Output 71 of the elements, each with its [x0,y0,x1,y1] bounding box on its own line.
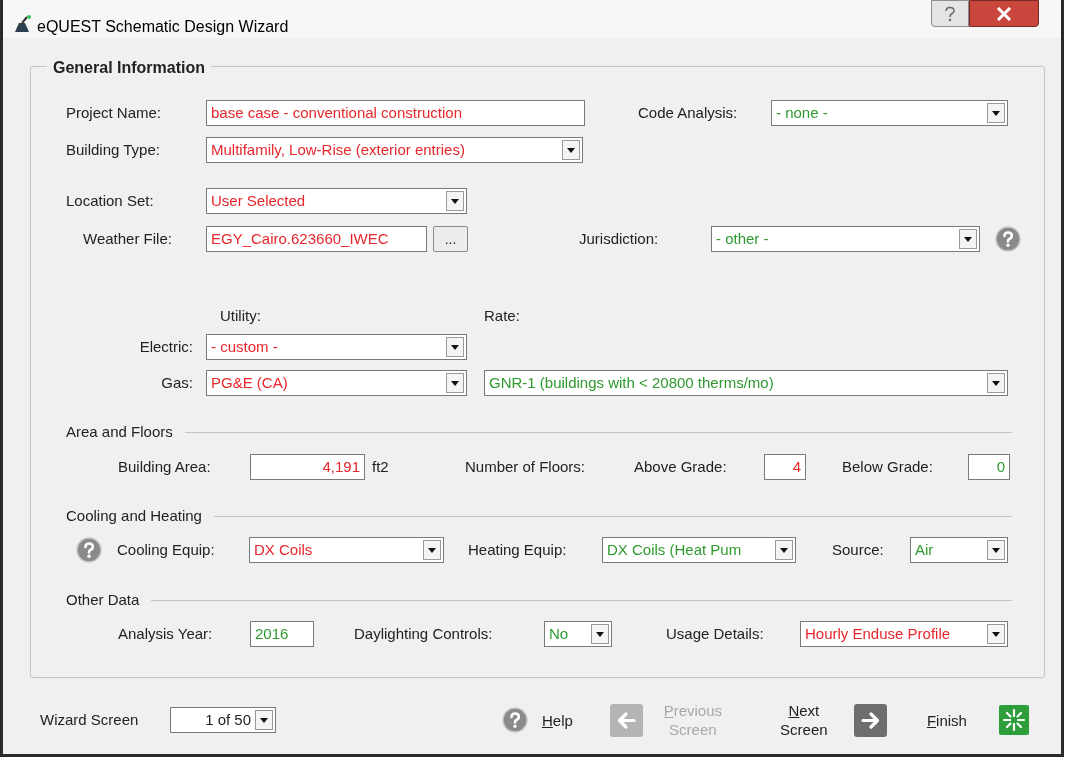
unit-label: ft2 [372,456,390,477]
field-label: Gas: [160,372,193,393]
field-label: Wizard Screen [40,709,140,730]
section-title: Other Data [66,589,140,610]
field-label: Heating Equip: [468,539,568,560]
text-field[interactable]: base case - conventional construction [206,100,585,126]
field-label: Jurisdiction: [579,228,660,249]
field-label: Number of Floors: [465,456,587,477]
field-label: Source: [832,539,885,560]
field-label: Weather File: [83,228,173,249]
dropdown[interactable]: 1 of 50 [170,707,276,733]
field-label: Below Grade: [842,456,934,477]
dropdown[interactable]: No [544,621,612,647]
column-heading: Utility: [220,305,262,326]
help-icon [502,707,528,733]
dropdown[interactable]: - other - [711,226,980,252]
help-icon [944,5,956,22]
caret-icon [423,540,441,560]
dropdown[interactable]: User Selected [206,188,467,214]
dropdown[interactable]: DX Coils (Heat Pum [602,537,796,563]
help-button[interactable] [931,0,969,27]
text-field[interactable]: 2016 [250,621,314,647]
help-icon[interactable] [76,537,102,563]
window-title: eQUEST Schematic Design Wizard [37,17,289,37]
caret-icon [987,103,1005,123]
field-label: Above Grade: [634,456,728,477]
dropdown[interactable]: - none - [771,100,1008,126]
caret-icon [562,140,580,160]
field-label: Electric: [138,336,193,357]
close-button[interactable] [969,0,1039,27]
dropdown[interactable]: - custom - [206,334,467,360]
caret-icon [959,229,977,249]
field-label: Cooling Equip: [117,539,216,560]
field-label: Building Area: [118,456,212,477]
field-label: Daylighting Controls: [354,623,494,644]
column-heading: Rate: [484,305,520,326]
caret-icon [987,373,1005,393]
sparkle-icon [998,705,1029,735]
text-field[interactable]: 4 [764,454,806,480]
caret-icon [255,710,273,730]
text-field[interactable]: EGY_Cairo.623660_IWEC [206,226,427,252]
dropdown[interactable]: Air [910,537,1008,563]
field-label: Building Type: [66,139,161,160]
caret-icon [987,624,1005,644]
caret-icon [591,624,609,644]
text-field[interactable]: 4,191 [250,454,365,480]
text-field[interactable]: 0 [968,454,1010,480]
caret-icon [446,191,464,211]
dropdown[interactable]: Multifamily, Low-Rise (exterior entries) [206,137,583,163]
dropdown[interactable]: GNR-1 (buildings with < 20800 therms/mo) [484,370,1008,396]
section-title: Area and Floors [66,421,173,442]
dropdown[interactable]: DX Coils [249,537,444,563]
dropdown[interactable]: PG&E (CA) [206,370,467,396]
caret-icon [446,373,464,393]
field-label: Analysis Year: [118,623,214,644]
field-label: Project Name: [66,102,163,123]
caret-icon [775,540,793,560]
browse-button[interactable]: ... [433,226,468,252]
field-label: Code Analysis: [638,102,739,123]
next-button[interactable]: Next Screen [767,701,887,739]
section-title: Cooling and Heating [66,505,202,526]
close-icon [996,6,1012,21]
field-label: Location Set: [66,190,155,211]
caret-icon [446,337,464,357]
caret-icon [987,540,1005,560]
dropdown[interactable]: Hourly Enduse Profile [800,621,1008,647]
field-label: Usage Details: [666,623,765,644]
finish-button[interactable]: Finish [926,705,1029,735]
help-icon[interactable] [995,226,1021,252]
help-button[interactable]: Help [502,707,573,733]
app-icon [13,14,33,34]
